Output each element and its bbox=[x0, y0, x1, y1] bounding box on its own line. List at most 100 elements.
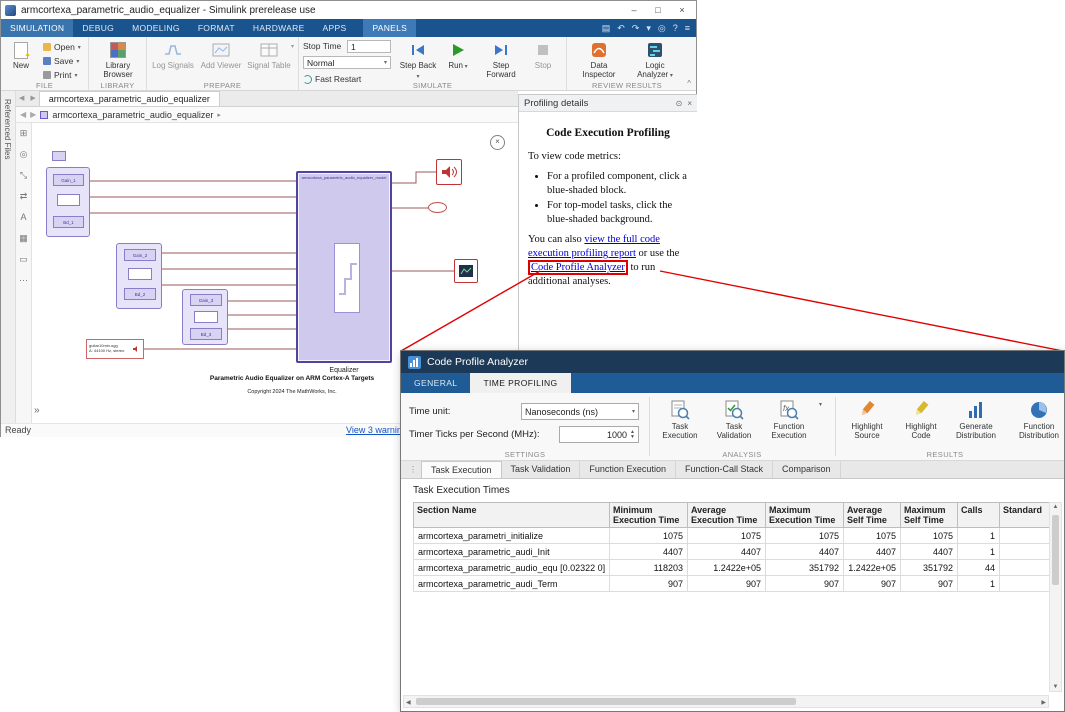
display-block[interactable] bbox=[454, 259, 478, 283]
timer-ticks-spinner[interactable]: 1000 ▲▼ bbox=[559, 426, 639, 443]
ribbon-tab[interactable]: HARDWARE bbox=[244, 19, 314, 37]
table-header-cell[interactable]: Calls bbox=[958, 503, 1000, 528]
table-row[interactable]: armcortexa_parametri_initialize 1075 107… bbox=[414, 528, 1050, 544]
view-tab[interactable]: Comparison bbox=[773, 461, 841, 478]
scroll-down-icon[interactable]: ▼ bbox=[1050, 684, 1061, 690]
bandwidth-block[interactable]: Bd_3 bbox=[190, 328, 222, 340]
logic-analyzer-button[interactable]: Logic Analyzer ▾ bbox=[629, 40, 681, 80]
data-inspector-button[interactable]: Data Inspector bbox=[573, 40, 625, 79]
step-forward-button[interactable]: Step Forward bbox=[479, 40, 523, 79]
scroll-left-icon[interactable]: ◀ bbox=[406, 699, 411, 706]
zoom-icon[interactable]: ◎ bbox=[16, 144, 31, 165]
task-execution-button[interactable]: Task Execution bbox=[655, 398, 705, 440]
stop-time-input[interactable]: 1 bbox=[347, 40, 391, 53]
table-header-cell[interactable]: Standard bbox=[1000, 503, 1050, 528]
scroll-right-icon[interactable]: ▶ bbox=[1041, 699, 1046, 706]
dismiss-badge-button[interactable]: × bbox=[490, 135, 505, 150]
area-icon[interactable]: ▦ bbox=[16, 228, 31, 249]
constant-block[interactable] bbox=[57, 194, 80, 206]
time-unit-select[interactable]: Nanoseconds (ns) ▾ bbox=[521, 403, 639, 420]
table-header-cell[interactable]: Maximum Self Time bbox=[901, 503, 958, 528]
minimize-button[interactable]: – bbox=[622, 2, 646, 19]
horizontal-scrollbar[interactable]: ◀ ▶ bbox=[403, 695, 1049, 708]
ribbon-tab[interactable]: MODELING bbox=[123, 19, 189, 37]
gain-block[interactable]: Gain_3 bbox=[190, 294, 222, 306]
table-row[interactable]: armcortexa_parametric_audi_Init 4407 440… bbox=[414, 544, 1050, 560]
band3-group[interactable]: Gain_3 Bd_3 bbox=[182, 289, 228, 345]
step-back-button[interactable]: Step Back ▾ bbox=[399, 40, 437, 81]
constant-block[interactable] bbox=[194, 311, 218, 323]
annotation-icon[interactable]: A bbox=[16, 207, 31, 228]
function-distribution-button[interactable]: Function Distribution bbox=[1011, 398, 1065, 440]
horizontal-scroll-thumb[interactable] bbox=[416, 698, 796, 705]
gain-block[interactable]: Gain_2 bbox=[124, 249, 156, 261]
tab-general[interactable]: GENERAL bbox=[401, 373, 470, 393]
view-tab[interactable]: Function-Call Stack bbox=[676, 461, 773, 478]
table-header-cell[interactable]: Section Name bbox=[414, 503, 610, 528]
source-block[interactable] bbox=[52, 151, 66, 161]
band1-group[interactable]: Gain_1 Bd_1 bbox=[46, 167, 90, 237]
spinner-arrows-icon[interactable]: ▲▼ bbox=[630, 430, 635, 440]
ribbon-tab-panels[interactable]: PANELS bbox=[363, 19, 416, 37]
table-header-cell[interactable]: Average Execution Time bbox=[688, 503, 766, 528]
ribbon-tab[interactable]: FORMAT bbox=[189, 19, 244, 37]
constant-block[interactable] bbox=[128, 268, 152, 280]
vertical-scroll-thumb[interactable] bbox=[1052, 515, 1059, 585]
nav-forward-icon[interactable]: ▶ bbox=[30, 110, 36, 119]
view-tab[interactable]: Function Execution bbox=[580, 461, 676, 478]
redo-icon[interactable]: ↷ bbox=[632, 23, 640, 34]
table-row[interactable]: armcortexa_parametric_audi_Term 907 907 … bbox=[414, 576, 1050, 592]
vertical-scrollbar[interactable]: ▲ ▼ bbox=[1049, 502, 1062, 692]
open-button[interactable]: Open▾ bbox=[43, 42, 81, 52]
stop-button[interactable]: Stop bbox=[527, 40, 559, 70]
breadcrumb[interactable]: armcortexa_parametric_audio_equalizer bbox=[52, 110, 213, 120]
tab-scroll-right-icon[interactable]: ▶ bbox=[27, 91, 38, 106]
orientation-icon[interactable]: ⇄ bbox=[16, 186, 31, 207]
undo-icon[interactable]: ↶ bbox=[617, 23, 625, 34]
print-button[interactable]: Print▾ bbox=[43, 70, 78, 80]
shape-icon[interactable]: ▭ bbox=[16, 249, 31, 270]
close-button[interactable]: × bbox=[670, 2, 694, 19]
signal-table-button[interactable]: Signal Table bbox=[247, 40, 291, 70]
gain-block[interactable]: Gain_1 bbox=[53, 174, 84, 186]
menu-icon[interactable]: ≡ bbox=[685, 23, 690, 33]
run-button[interactable]: Run ▾ bbox=[441, 40, 475, 71]
audio-output-block[interactable] bbox=[436, 159, 462, 185]
chevron-down-icon[interactable]: ▾ bbox=[291, 43, 294, 50]
view-tab[interactable]: Task Validation bbox=[502, 461, 581, 478]
expand-palette-icon[interactable]: » bbox=[34, 405, 40, 416]
band2-group[interactable]: Gain_2 Bd_2 bbox=[116, 243, 162, 309]
terminator-block[interactable] bbox=[428, 202, 447, 213]
collapse-ribbon-icon[interactable]: ^ bbox=[687, 79, 691, 88]
table-header-cell[interactable]: Minimum Execution Time bbox=[610, 503, 688, 528]
audio-file-source-block[interactable]: guitar10min.ogg A: 44100 Hz, stereo bbox=[86, 339, 144, 359]
browse-icon[interactable]: ⊞ bbox=[16, 123, 31, 144]
bandwidth-block[interactable]: Bd_2 bbox=[124, 288, 156, 300]
ribbon-tab[interactable]: APPS bbox=[314, 19, 356, 37]
pin-panel-icon[interactable]: ⊙ bbox=[676, 99, 683, 108]
more-tools-icon[interactable]: ⋯ bbox=[16, 270, 31, 291]
new-button[interactable]: ✦ New bbox=[5, 40, 37, 70]
ribbon-tab[interactable]: SIMULATION bbox=[1, 19, 73, 37]
sim-mode-select[interactable]: Normal▾ bbox=[303, 56, 391, 69]
analysis-more-icon[interactable]: ▾ bbox=[819, 401, 822, 408]
view-tab[interactable]: Task Execution bbox=[421, 461, 502, 478]
generate-distribution-button[interactable]: Generate Distribution bbox=[949, 398, 1003, 440]
tab-scroll-left-icon[interactable]: ◀ bbox=[16, 91, 27, 106]
document-tab[interactable]: armcortexa_parametric_audio_equalizer bbox=[39, 91, 220, 106]
function-execution-button[interactable]: fx Function Execution bbox=[763, 398, 815, 440]
equalizer-subsystem-block[interactable]: armcortexa_parametric_audio_equalizer_mo… bbox=[296, 171, 392, 363]
ribbon-tab[interactable]: DEBUG bbox=[73, 19, 123, 37]
table-row[interactable]: armcortexa_parametric_audio_equ [0.02322… bbox=[414, 560, 1050, 576]
tab-time-profiling[interactable]: TIME PROFILING bbox=[470, 373, 570, 393]
fit-view-icon[interactable]: ⤡ bbox=[16, 165, 31, 186]
maximize-button[interactable]: □ bbox=[646, 2, 670, 19]
highlight-code-button[interactable]: Highlight Code bbox=[895, 398, 947, 440]
close-panel-icon[interactable]: × bbox=[687, 99, 692, 108]
bandwidth-block[interactable]: Bd_1 bbox=[53, 216, 84, 228]
log-signals-button[interactable]: Log Signals bbox=[151, 40, 195, 70]
nav-back-icon[interactable]: ◀ bbox=[20, 110, 26, 119]
referenced-files-tab[interactable]: Referenced Files bbox=[3, 99, 12, 159]
add-viewer-button[interactable]: Add Viewer bbox=[199, 40, 243, 70]
save-icon[interactable]: ▤ bbox=[602, 23, 611, 34]
